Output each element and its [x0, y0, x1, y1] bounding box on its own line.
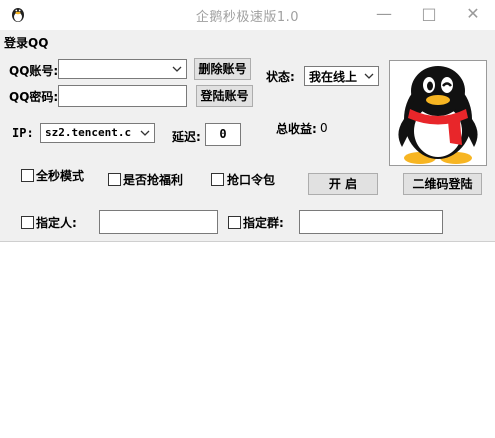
qq-password-field[interactable]	[58, 85, 187, 107]
grab-welfare-label: 是否抢福利	[123, 173, 184, 187]
maximize-button[interactable]: □	[417, 4, 441, 24]
section-title: 登录QQ	[4, 36, 49, 50]
total-earnings-value: 0	[320, 121, 328, 135]
qq-account-combo[interactable]	[58, 59, 187, 79]
specified-person-field[interactable]	[99, 210, 218, 234]
status-label: 状态:	[266, 70, 295, 84]
specified-person-label: 指定人:	[36, 216, 77, 230]
chevron-down-icon[interactable]	[171, 63, 183, 75]
delete-account-button[interactable]: 删除账号	[194, 58, 251, 80]
title-bar: 企鹅秒极速版1.0 — □ ✕	[0, 0, 495, 30]
full-second-mode-checkbox[interactable]	[21, 169, 34, 182]
qr-login-button[interactable]: 二维码登陆	[403, 173, 482, 195]
total-earnings-label: 总收益:	[276, 122, 317, 136]
chevron-down-icon[interactable]	[363, 70, 375, 82]
chevron-down-icon[interactable]	[139, 127, 151, 139]
log-area[interactable]	[0, 241, 495, 438]
status-value: 我在线上	[309, 70, 358, 84]
qq-penguin-avatar	[398, 66, 478, 164]
minimize-button[interactable]: —	[372, 4, 396, 24]
full-second-mode-label: 全秒模式	[36, 169, 85, 183]
start-button[interactable]: 开 启	[308, 173, 378, 195]
delay-field[interactable]: 0	[205, 123, 241, 146]
status-select[interactable]: 我在线上	[304, 66, 379, 86]
delay-label: 延迟:	[172, 130, 201, 144]
ip-label: IP:	[12, 126, 34, 140]
grab-password-packet-checkbox[interactable]	[211, 173, 224, 186]
grab-password-packet-label: 抢口令包	[227, 173, 276, 187]
qq-account-label: QQ账号:	[9, 64, 59, 78]
ip-value: sz2.tencent.c	[45, 126, 132, 139]
avatar	[389, 60, 487, 166]
login-account-button[interactable]: 登陆账号	[196, 85, 253, 107]
specified-group-label: 指定群:	[243, 216, 284, 230]
qq-password-label: QQ密码:	[9, 90, 59, 104]
grab-welfare-checkbox[interactable]	[108, 173, 121, 186]
close-button[interactable]: ✕	[461, 4, 485, 24]
specified-person-checkbox[interactable]	[21, 216, 34, 229]
ip-select[interactable]: sz2.tencent.c	[40, 123, 155, 143]
main-panel: 登录QQ QQ账号: 删除账号 QQ密码: 登陆账号 状态: 我在线上 IP: …	[0, 30, 495, 241]
specified-group-field[interactable]	[299, 210, 443, 234]
specified-group-checkbox[interactable]	[228, 216, 241, 229]
